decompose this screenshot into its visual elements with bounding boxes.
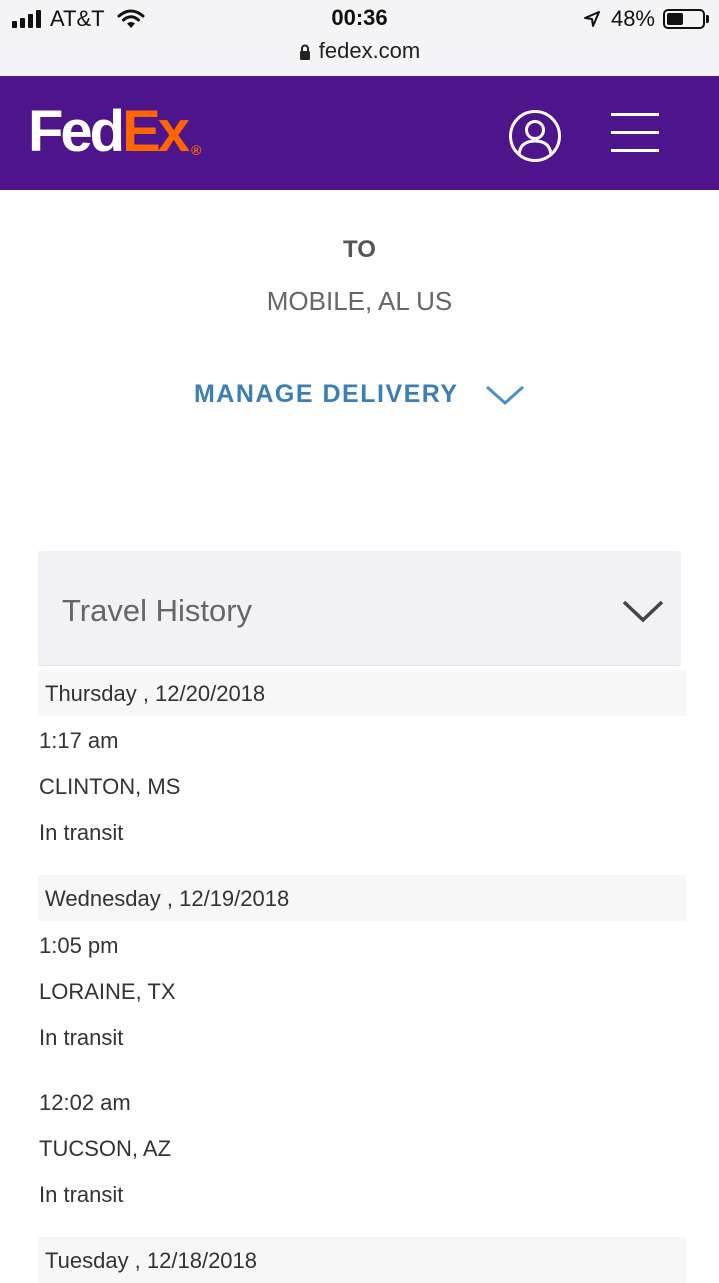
travel-history-date-row: Thursday , 12/20/2018 xyxy=(38,670,686,716)
location-arrow-icon xyxy=(583,11,600,27)
chevron-down-icon xyxy=(486,385,525,405)
event-time: 12:02 am xyxy=(39,1090,131,1115)
account-button[interactable] xyxy=(509,110,561,162)
status-bar: AT&T 00:36 fedex.com 48% xyxy=(0,0,719,76)
event-location: CLINTON, MS xyxy=(39,774,181,799)
event-time: 1:17 am xyxy=(39,728,119,753)
logo-registered-mark: ® xyxy=(191,142,202,158)
event-time: 1:05 pm xyxy=(39,933,119,958)
menu-icon-bar xyxy=(611,149,659,152)
manage-delivery-toggle[interactable]: MANAGE DELIVERY xyxy=(0,380,719,409)
manage-delivery-label: MANAGE DELIVERY xyxy=(193,380,459,408)
date-label: Wednesday , 12/19/2018 xyxy=(45,886,290,911)
event-status: In transit xyxy=(39,820,124,845)
date-label: Thursday , 12/20/2018 xyxy=(45,681,266,706)
address-bar[interactable]: fedex.com xyxy=(0,38,719,64)
status-right: 48% xyxy=(583,6,709,32)
event-status: In transit xyxy=(39,1182,124,1207)
date-label: Tuesday , 12/18/2018 xyxy=(45,1248,258,1273)
travel-history-date-row: Tuesday , 12/18/2018 xyxy=(38,1237,686,1283)
menu-icon-bar xyxy=(611,113,659,116)
chevron-down-icon xyxy=(622,600,664,623)
lock-icon xyxy=(299,44,310,60)
user-icon xyxy=(517,120,553,156)
hamburger-menu-button[interactable] xyxy=(611,113,661,153)
logo-ex: Ex xyxy=(122,99,190,164)
url-text: fedex.com xyxy=(318,38,421,63)
destination-label: TO xyxy=(343,236,376,263)
logo-fed: Fed xyxy=(28,99,125,164)
battery-icon xyxy=(663,9,705,29)
event-location: LORAINE, TX xyxy=(39,979,176,1004)
destination-city: MOBILE, AL US xyxy=(266,286,453,316)
fedex-logo[interactable]: FedEx ® xyxy=(28,98,201,184)
menu-icon-bar xyxy=(611,131,659,134)
battery-percent: 48% xyxy=(610,6,655,31)
event-status: In transit xyxy=(39,1025,124,1050)
origin-line-cutoff: , , xyxy=(0,184,719,192)
battery-level xyxy=(667,13,684,25)
battery-nub xyxy=(706,15,709,23)
travel-history-title: Travel History xyxy=(62,593,253,628)
event-location: TUCSON, AZ xyxy=(39,1136,172,1161)
site-header: FedEx ® xyxy=(0,76,719,190)
travel-history-toggle[interactable]: Travel History xyxy=(38,551,681,666)
travel-history-date-row: Wednesday , 12/19/2018 xyxy=(38,875,686,921)
